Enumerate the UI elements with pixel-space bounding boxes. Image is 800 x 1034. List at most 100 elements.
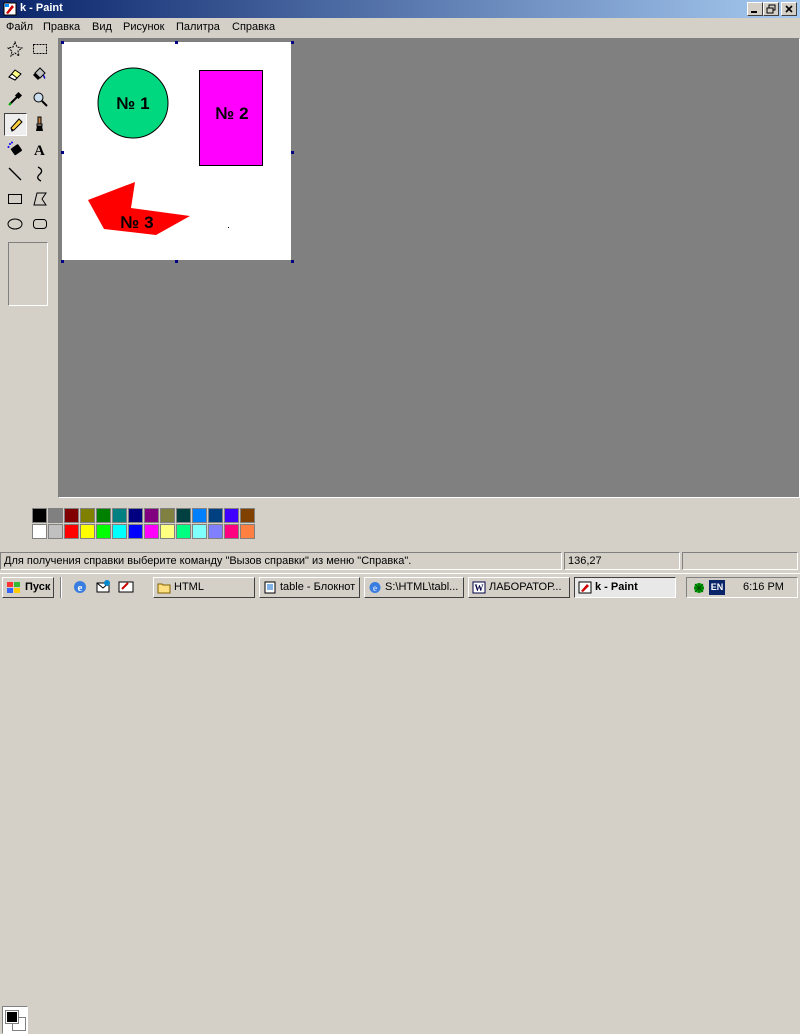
tool-airbrush[interactable] xyxy=(4,138,27,161)
tool-polygon[interactable] xyxy=(29,188,52,211)
palette-swatch[interactable] xyxy=(96,508,111,523)
palette-swatch[interactable] xyxy=(144,508,159,523)
windows-logo-icon xyxy=(7,582,20,593)
tool-ellipse[interactable] xyxy=(4,213,27,236)
palette-swatch[interactable] xyxy=(160,524,175,539)
task-word[interactable]: W ЛАБОРАТОР... xyxy=(468,577,570,598)
close-button[interactable] xyxy=(781,2,797,16)
ie-icon[interactable]: e xyxy=(72,579,88,595)
shape-circle[interactable]: № 1 xyxy=(97,67,169,139)
ellipse-icon xyxy=(7,218,23,230)
palette-swatch[interactable] xyxy=(64,508,79,523)
tool-fill[interactable] xyxy=(29,63,52,86)
tool-pencil[interactable] xyxy=(4,113,27,136)
start-label: Пуск xyxy=(25,581,51,593)
task-paint[interactable]: k - Paint xyxy=(574,577,676,598)
antivirus-icon[interactable] xyxy=(691,580,707,596)
menu-view[interactable]: Вид xyxy=(92,21,112,33)
palette-swatch[interactable] xyxy=(48,508,63,523)
palette-swatch[interactable] xyxy=(240,508,255,523)
palette-swatch[interactable] xyxy=(80,508,95,523)
task-browser[interactable]: e S:\HTML\tabl... xyxy=(364,577,464,598)
palette-swatch[interactable] xyxy=(112,524,127,539)
taskbar: Пуск e HTML table - Блокнот e S:\HTML\ta… xyxy=(0,573,800,600)
palette-swatch[interactable] xyxy=(176,508,191,523)
palette-swatch[interactable] xyxy=(160,508,175,523)
restore-button[interactable] xyxy=(763,2,779,16)
tool-text[interactable]: A xyxy=(29,138,52,161)
palette-swatch[interactable] xyxy=(96,524,111,539)
palette-swatch[interactable] xyxy=(64,524,79,539)
palette-swatch[interactable] xyxy=(224,524,239,539)
outlook-icon[interactable] xyxy=(95,579,111,595)
word-icon: W xyxy=(472,581,486,594)
drawing-canvas[interactable]: № 1 № 2 № 3 xyxy=(62,42,291,260)
foreground-color[interactable] xyxy=(5,1010,19,1024)
line-icon xyxy=(8,167,22,181)
text-icon: A xyxy=(34,143,45,157)
title-bar[interactable]: k - Paint xyxy=(0,0,800,18)
palette-swatch[interactable] xyxy=(240,524,255,539)
menu-help[interactable]: Справка xyxy=(232,21,275,33)
tool-free-select[interactable] xyxy=(4,38,27,61)
palette-swatch[interactable] xyxy=(112,508,127,523)
taskbar-separator xyxy=(60,577,62,598)
resize-handle-r[interactable] xyxy=(291,151,294,154)
palette-swatch[interactable] xyxy=(32,524,47,539)
tool-rectangle[interactable] xyxy=(4,188,27,211)
menu-image[interactable]: Рисунок xyxy=(123,21,165,33)
palette-swatch[interactable] xyxy=(80,524,95,539)
palette-swatch[interactable] xyxy=(128,524,143,539)
free-select-icon xyxy=(7,41,23,57)
task-html[interactable]: HTML xyxy=(153,577,255,598)
palette-swatch[interactable] xyxy=(128,508,143,523)
tool-options-box[interactable] xyxy=(8,242,48,306)
palette-swatch[interactable] xyxy=(224,508,239,523)
polygon-icon xyxy=(33,192,47,206)
shape-label-3: № 3 xyxy=(120,213,153,232)
task-notepad[interactable]: table - Блокнот xyxy=(259,577,360,598)
palette-swatch[interactable] xyxy=(48,524,63,539)
tool-brush[interactable] xyxy=(29,113,52,136)
start-button[interactable]: Пуск xyxy=(2,577,54,598)
color-picker-icon xyxy=(8,91,23,106)
palette-swatch[interactable] xyxy=(32,508,47,523)
resize-handle-b[interactable] xyxy=(175,260,178,263)
task-label: k - Paint xyxy=(595,581,638,593)
curve-icon xyxy=(37,166,43,182)
minimize-icon xyxy=(751,11,757,13)
tool-eraser[interactable] xyxy=(4,63,27,86)
airbrush-icon xyxy=(7,141,22,156)
rounded-rect-icon xyxy=(33,219,47,229)
palette-swatch[interactable] xyxy=(192,524,207,539)
palette-swatch[interactable] xyxy=(144,524,159,539)
palette-swatch[interactable] xyxy=(208,508,223,523)
current-colors[interactable] xyxy=(2,1006,28,1034)
menu-palette[interactable]: Палитра xyxy=(176,21,220,33)
rectangle-icon xyxy=(8,194,22,204)
resize-handle-tr xyxy=(291,41,294,44)
tool-color-picker[interactable] xyxy=(4,88,27,111)
show-desktop-icon[interactable] xyxy=(118,579,134,595)
status-help-text: Для получения справки выберите команду "… xyxy=(0,552,562,570)
brush-icon xyxy=(36,116,43,131)
toolbox: A xyxy=(0,38,58,498)
svg-text:e: e xyxy=(78,582,83,594)
palette-swatch[interactable] xyxy=(208,524,223,539)
shape-polygon[interactable]: № 3 xyxy=(88,182,190,235)
menu-edit[interactable]: Правка xyxy=(43,21,80,33)
tool-rounded-rect[interactable] xyxy=(29,213,52,236)
shape-rectangle[interactable]: № 2 xyxy=(199,70,263,166)
svg-text:A: A xyxy=(34,143,45,157)
tool-magnifier[interactable] xyxy=(29,88,52,111)
palette-swatch[interactable] xyxy=(176,524,191,539)
language-indicator[interactable]: EN xyxy=(709,580,725,595)
tool-rect-select[interactable] xyxy=(29,38,52,61)
resize-handle-l xyxy=(61,151,64,154)
palette-swatch[interactable] xyxy=(192,508,207,523)
menu-file[interactable]: Файл xyxy=(6,21,33,33)
tool-curve[interactable] xyxy=(29,163,52,186)
tool-line[interactable] xyxy=(4,163,27,186)
minimize-button[interactable] xyxy=(747,2,763,16)
resize-handle-br[interactable] xyxy=(291,260,294,263)
